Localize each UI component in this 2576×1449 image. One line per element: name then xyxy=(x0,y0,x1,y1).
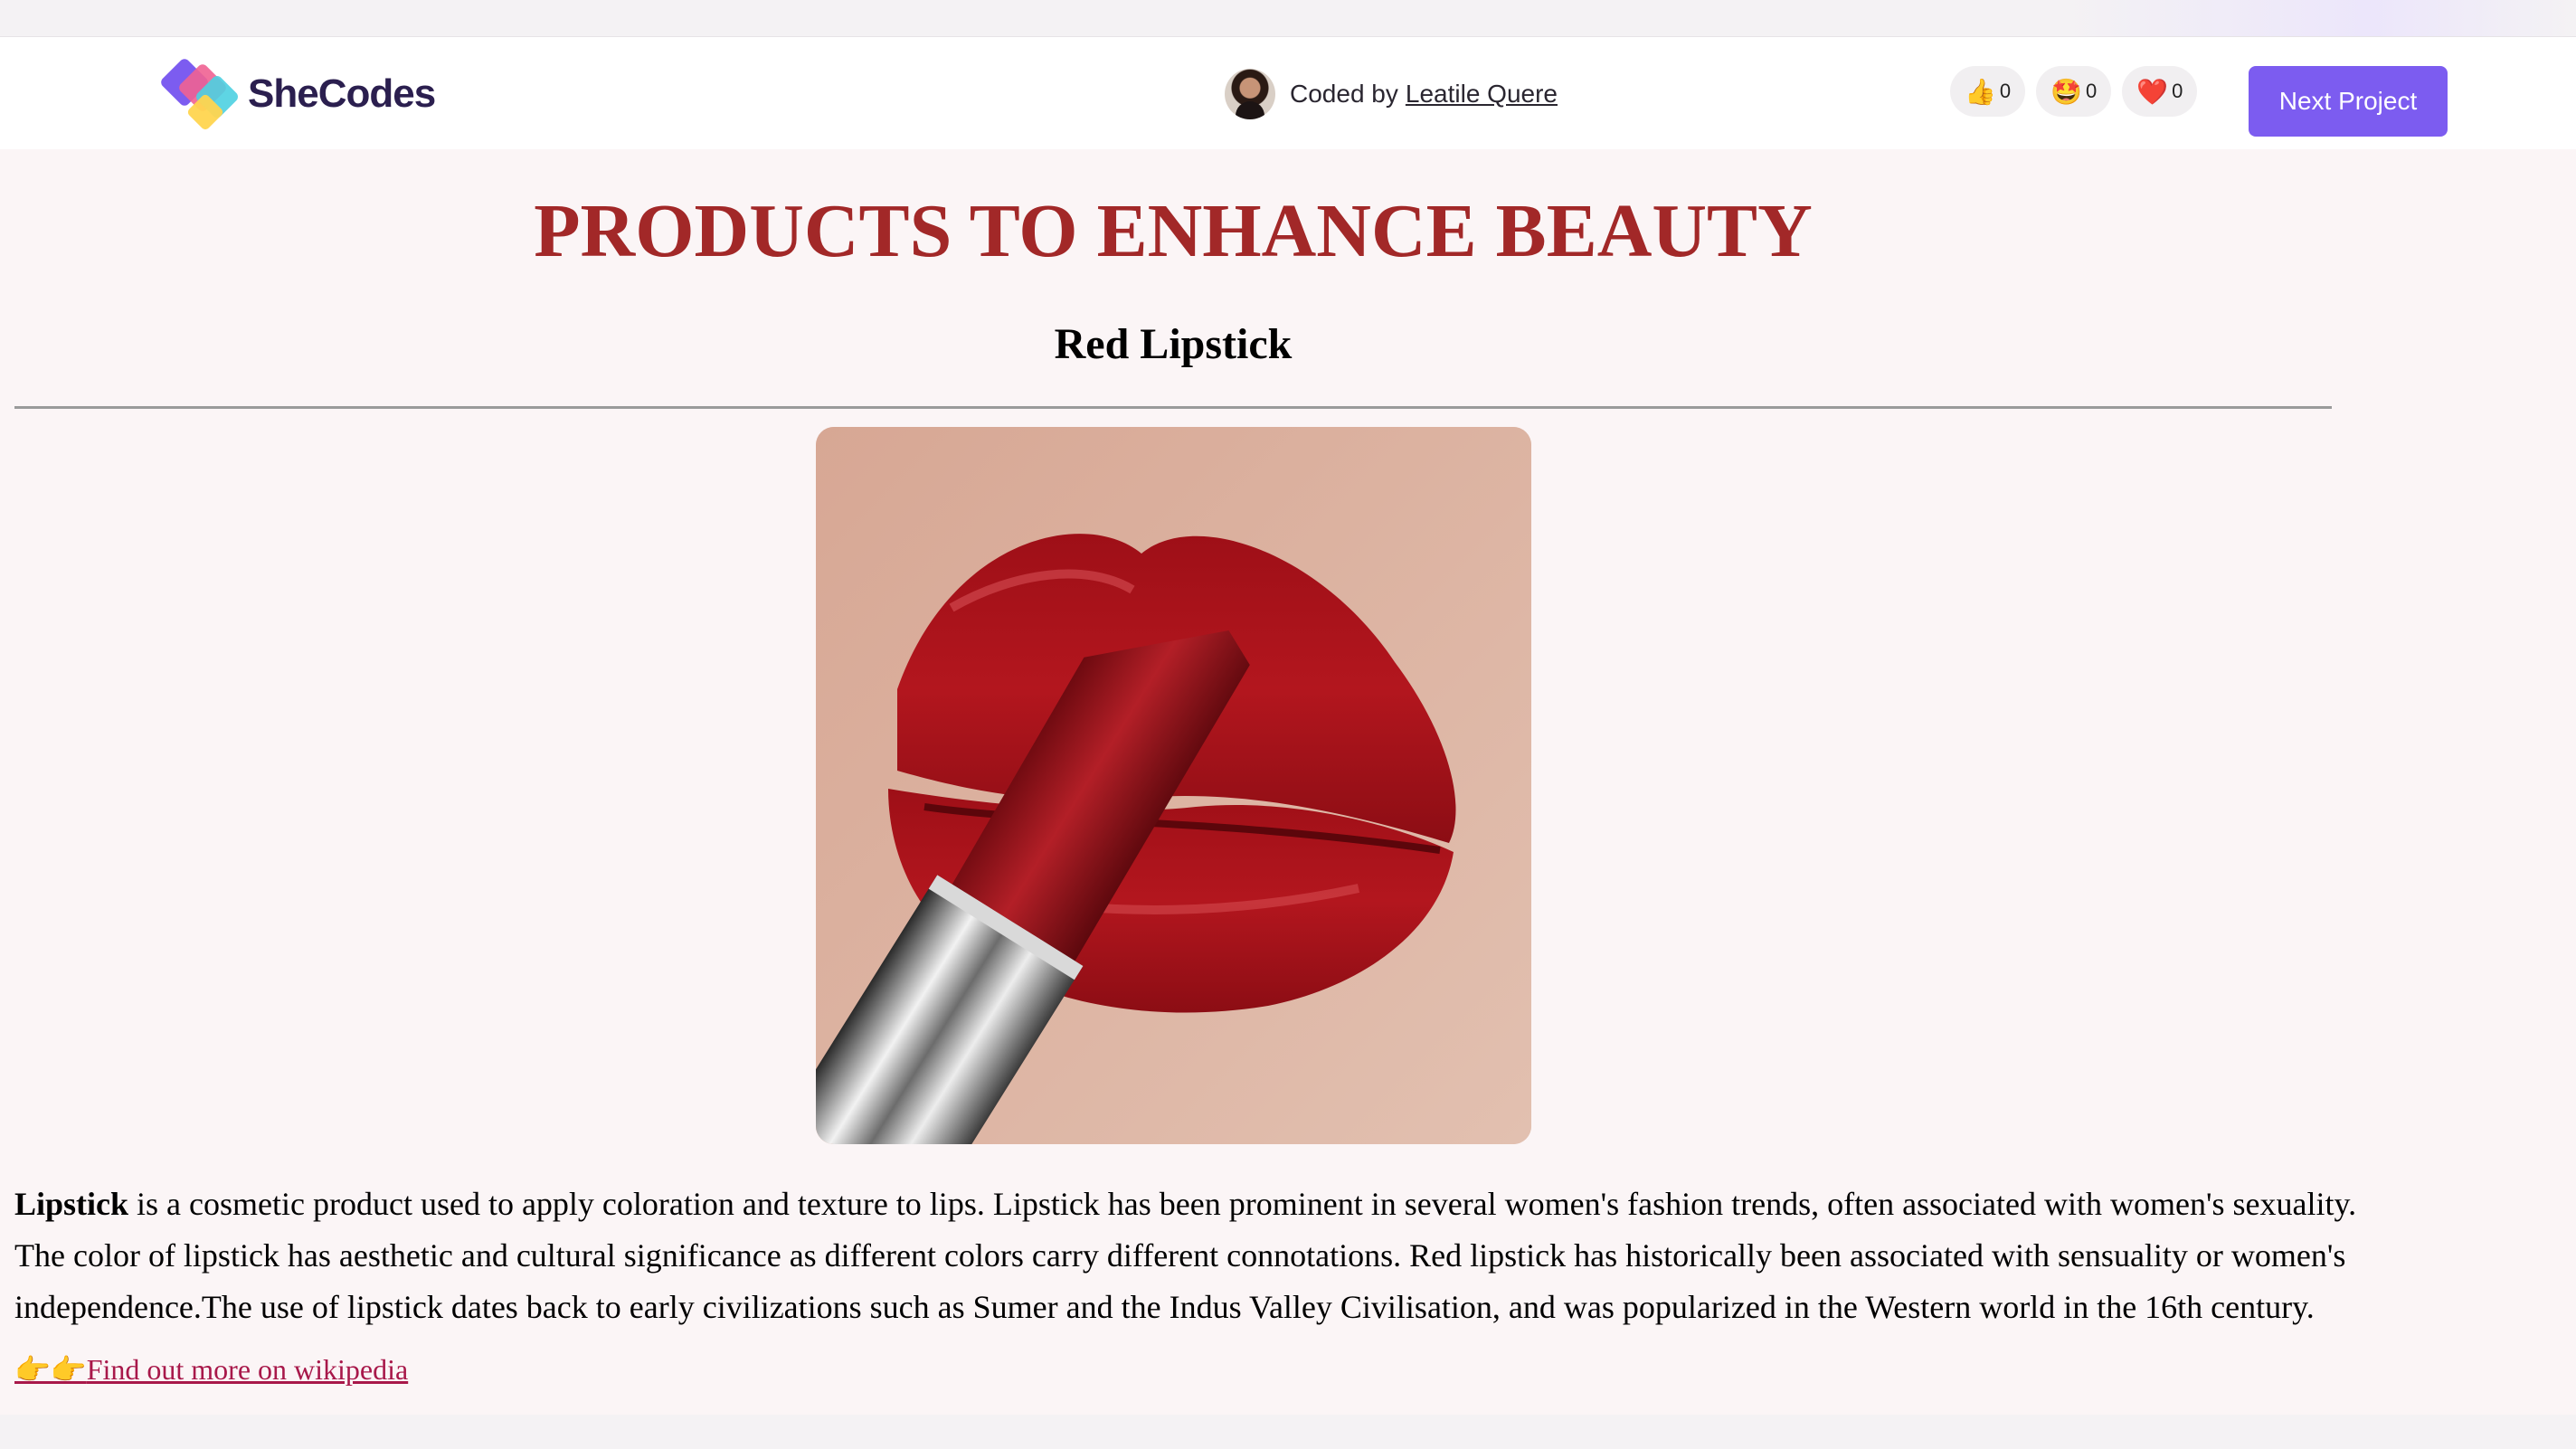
reactions: 👍 0 🤩 0 ❤️ 0 xyxy=(1950,66,2198,117)
shecodes-header: SheCodes Coded by Leatile Quere 👍 0 🤩 0 … xyxy=(0,37,2576,149)
star-struck-icon: 🤩 xyxy=(2050,77,2082,106)
bottom-strip xyxy=(0,1415,2576,1449)
reaction-count: 0 xyxy=(1999,80,2012,102)
coded-by: Coded by Leatile Quere xyxy=(1225,68,1558,120)
shecodes-logo-icon xyxy=(161,53,250,135)
shecodes-logo[interactable]: SheCodes xyxy=(161,53,436,135)
pointing-hand-icon: 👉👉 xyxy=(14,1353,87,1386)
wikipedia-link-text: Find out more on wikipedia xyxy=(86,1353,409,1386)
heart-icon: ❤️ xyxy=(2136,77,2169,106)
wikipedia-link[interactable]: 👉👉Find out more on wikipedia xyxy=(14,1352,408,1387)
reaction-thumbs-up[interactable]: 👍 0 xyxy=(1950,66,2026,117)
thumbs-up-icon: 👍 xyxy=(1965,77,1996,106)
lipstick-image xyxy=(816,427,1531,1144)
reaction-heart[interactable]: ❤️ 0 xyxy=(2122,66,2198,117)
author-link[interactable]: Leatile Quere xyxy=(1406,80,1558,109)
coded-by-label: Coded by xyxy=(1290,80,1398,108)
page-title: PRODUCTS TO ENHANCE BEAUTY xyxy=(534,189,1813,273)
reaction-count: 0 xyxy=(2086,80,2098,102)
lipstick-description: Lipstick is a cosmetic product used to a… xyxy=(14,1179,2366,1333)
section-heading: Red Lipstick xyxy=(1054,320,1293,368)
next-project-button[interactable]: Next Project xyxy=(2249,66,2448,137)
browser-top-strip xyxy=(0,0,2576,37)
author-avatar xyxy=(1225,69,1275,119)
description-text: is a cosmetic product used to apply colo… xyxy=(14,1186,2357,1325)
divider xyxy=(14,406,2332,409)
reaction-count: 0 xyxy=(2172,80,2183,102)
reaction-star-struck[interactable]: 🤩 0 xyxy=(2036,66,2112,117)
brand-name: SheCodes xyxy=(248,71,436,116)
description-term: Lipstick xyxy=(14,1186,129,1222)
